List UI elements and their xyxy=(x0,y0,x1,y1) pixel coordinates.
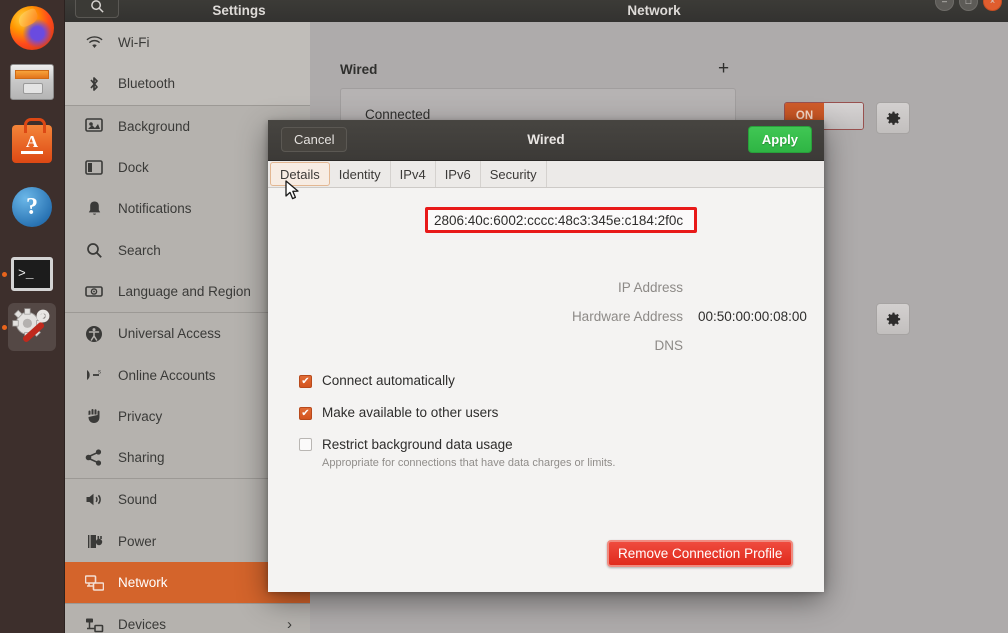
hardware-address-value: 00:50:00:00:08:00 xyxy=(698,309,807,324)
checkbox-restrict-background-data-usage[interactable]: Restrict background data usage Appropria… xyxy=(299,436,616,469)
settings-title: Settings xyxy=(212,3,266,18)
settings-titlebar: Settings Network – □ × xyxy=(64,0,1008,23)
online-accounts-icon: s xyxy=(83,366,105,384)
maximize-button[interactable]: □ xyxy=(959,0,978,11)
panel-title: Network xyxy=(627,3,681,18)
privacy-hand-icon xyxy=(83,407,105,425)
gear-icon xyxy=(886,111,900,125)
gear-icon xyxy=(886,312,900,326)
apply-button[interactable]: Apply xyxy=(747,126,812,153)
terminal-icon: >_ xyxy=(11,257,53,291)
running-indicator-settings xyxy=(2,325,7,330)
share-icon xyxy=(83,449,105,467)
dock-item-settings[interactable] xyxy=(2,303,56,351)
ubuntu-software-icon: A xyxy=(12,118,52,163)
bluetooth-icon xyxy=(83,75,105,93)
checkbox-empty-icon xyxy=(299,438,312,451)
dock-item-software[interactable]: A xyxy=(8,118,56,168)
checkbox-label: Connect automatically xyxy=(322,373,455,388)
wired-settings-button[interactable] xyxy=(876,102,910,134)
third-settings-button[interactable] xyxy=(876,303,910,335)
wired-connection-dialog: Cancel Wired Apply Details Identity IPv4… xyxy=(268,120,824,592)
network-icon xyxy=(83,574,105,592)
dock-item-help[interactable]: ? xyxy=(8,183,56,231)
dialog-title: Wired xyxy=(527,132,565,147)
dns-label: DNS xyxy=(654,338,683,353)
wired-section-heading: Wired xyxy=(340,62,378,77)
language-icon xyxy=(83,282,105,300)
dialog-body: IP Address Hardware Address 00:50:00:00:… xyxy=(268,188,824,592)
dock-item-files[interactable] xyxy=(8,58,56,106)
tab-ipv4[interactable]: IPv4 xyxy=(391,161,436,187)
chevron-right-icon: › xyxy=(287,616,292,633)
dialog-header: Cancel Wired Apply xyxy=(268,120,824,161)
close-button[interactable]: × xyxy=(983,0,1002,11)
sidebar-item-wi-fi[interactable]: Wi-Fi xyxy=(64,22,310,64)
sidebar-item-devices[interactable]: Devices › xyxy=(64,604,310,633)
checkbox-check-icon: ✔ xyxy=(299,375,312,388)
speaker-icon xyxy=(83,491,105,509)
power-plug-icon xyxy=(83,532,105,550)
checkbox-connect-automatically[interactable]: ✔ Connect automatically xyxy=(299,373,455,388)
add-wired-button[interactable]: + xyxy=(718,59,729,78)
sidebar-item-bluetooth[interactable]: Bluetooth xyxy=(64,63,310,105)
checkbox-make-available-to-other-users[interactable]: ✔ Make available to other users xyxy=(299,405,498,420)
checkbox-label: Make available to other users xyxy=(322,405,499,420)
ip-address-label: IP Address xyxy=(617,280,683,295)
ip-address-field[interactable]: 2806:40c:6002:cccc:48c3:345e:c184:2f0c xyxy=(425,207,697,233)
files-icon xyxy=(10,64,54,100)
bell-icon xyxy=(83,200,105,218)
wifi-icon xyxy=(83,34,105,52)
accessibility-icon xyxy=(83,325,105,343)
search-button[interactable] xyxy=(75,0,119,18)
software-a-glyph: A xyxy=(25,132,39,151)
ip-address-value: 2806:40c:6002:cccc:48c3:345e:c184:2f0c xyxy=(434,212,684,228)
remove-connection-profile-button[interactable]: Remove Connection Profile xyxy=(607,540,794,567)
help-icon: ? xyxy=(12,187,52,227)
tab-identity[interactable]: Identity xyxy=(330,161,391,187)
checkbox-check-icon: ✔ xyxy=(299,407,312,420)
checkbox-label: Restrict background data usage xyxy=(322,437,513,452)
window-controls: – □ × xyxy=(935,0,1002,11)
firefox-icon xyxy=(10,6,54,50)
minimize-button[interactable]: – xyxy=(935,0,954,11)
background-icon xyxy=(83,117,105,135)
tab-ipv6[interactable]: IPv6 xyxy=(436,161,481,187)
search-icon xyxy=(90,0,104,13)
ubuntu-launcher-dock: A ? >_ xyxy=(0,0,65,633)
toggle-knob xyxy=(824,103,863,129)
dialog-tabs: Details Identity IPv4 IPv6 Security xyxy=(268,161,824,188)
sidebar-item-label: Bluetooth xyxy=(118,76,176,92)
dock-item-firefox[interactable] xyxy=(8,4,56,52)
hardware-address-label: Hardware Address xyxy=(571,309,683,324)
dock-icon xyxy=(83,159,105,177)
mouse-cursor xyxy=(285,180,299,200)
search-icon xyxy=(83,241,105,259)
screen: A ? >_ Settings Network – □ × Wi-Fi Blue… xyxy=(0,0,1008,633)
svg-text:s: s xyxy=(98,370,101,376)
dock-item-terminal[interactable]: >_ xyxy=(2,250,56,298)
sidebar-item-label: Devices xyxy=(118,617,167,633)
sidebar-item-label: Wi-Fi xyxy=(118,35,150,51)
settings-gear-wrench-icon xyxy=(12,308,50,342)
devices-icon xyxy=(83,616,105,633)
checkbox-sublabel: Appropriate for connections that have da… xyxy=(322,457,616,469)
running-indicator-terminal xyxy=(2,272,7,277)
software-bar xyxy=(21,151,43,154)
tab-security[interactable]: Security xyxy=(481,161,547,187)
